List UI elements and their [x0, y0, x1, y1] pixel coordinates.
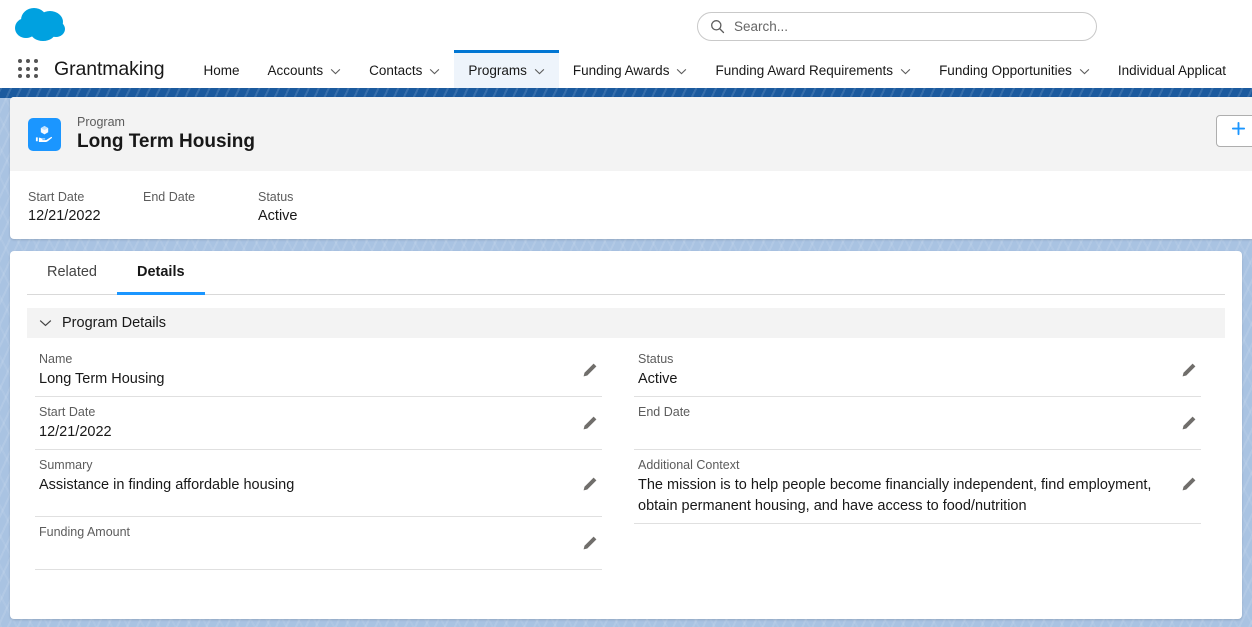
nav-item-label: Programs	[468, 63, 527, 78]
page-title: Long Term Housing	[77, 131, 256, 152]
details-left-column: Name Long Term Housing Start Date 12/21/…	[27, 344, 626, 570]
pencil-icon[interactable]	[582, 415, 598, 431]
pencil-icon[interactable]	[1181, 362, 1197, 378]
status-badge: Active	[258, 208, 298, 224]
field-summary: Summary Assistance in finding affordable…	[35, 450, 602, 517]
section-header-program-details[interactable]: Program Details	[27, 308, 1225, 338]
record-title-block: Program Long Term Housing	[77, 114, 255, 154]
program-box-in-hand-icon	[28, 117, 61, 151]
chevron-down-icon[interactable]	[39, 315, 52, 331]
field-value	[39, 542, 568, 563]
highlight-field-end-date: End Date	[143, 189, 258, 226]
global-header: Search... Grantmaking Home Accounts Cont…	[0, 0, 1252, 88]
field-label: End Date	[638, 405, 691, 419]
record-header-card: Program Long Term Housing Start Date 12/…	[10, 97, 1252, 239]
app-name[interactable]: Grantmaking	[54, 58, 165, 81]
pencil-icon[interactable]	[582, 476, 598, 492]
nav-item-label: Funding Awards	[572, 63, 670, 78]
highlight-field-start-date: Start Date 12/21/2022	[28, 189, 143, 226]
chevron-down-icon[interactable]	[330, 63, 341, 78]
record-tab-bar: Related Details	[27, 251, 1225, 295]
highlight-field-value: 12/21/2022	[28, 208, 101, 224]
tab-details[interactable]: Details	[116, 251, 205, 295]
field-funding-amount: Funding Amount	[35, 517, 602, 570]
details-fields-grid: Name Long Term Housing Start Date 12/21/…	[10, 338, 1242, 570]
highlight-field-label: Status	[258, 190, 294, 204]
chevron-down-icon[interactable]	[429, 63, 440, 78]
nav-item-funding-opportunities[interactable]: Funding Opportunities	[925, 50, 1104, 88]
field-value: Active	[638, 371, 678, 387]
chevron-down-icon[interactable]	[1079, 63, 1090, 78]
plus-icon	[1231, 121, 1246, 141]
nav-item-accounts[interactable]: Accounts	[254, 50, 356, 88]
record-header-top: Program Long Term Housing	[10, 97, 1252, 171]
nav-item-programs[interactable]: Programs	[454, 50, 559, 88]
nav-item-funding-awards[interactable]: Funding Awards	[559, 50, 702, 88]
field-additional-context: Additional Context The mission is to hel…	[634, 450, 1201, 524]
chevron-down-icon[interactable]	[534, 63, 545, 78]
nav-item-label: Funding Opportunities	[939, 63, 1072, 78]
pencil-icon[interactable]	[1181, 415, 1197, 431]
pencil-icon[interactable]	[582, 535, 598, 551]
field-label: Summary	[39, 458, 93, 472]
highlight-field-status: Status Active	[258, 189, 373, 226]
nav-item-contacts[interactable]: Contacts	[355, 50, 454, 88]
new-record-button[interactable]	[1216, 115, 1252, 147]
record-actions	[1216, 115, 1252, 147]
field-value: Assistance in finding affordable housing	[39, 477, 295, 493]
record-object-label: Program	[77, 115, 125, 129]
field-status: Status Active	[634, 344, 1201, 397]
field-end-date: End Date	[634, 397, 1201, 450]
nav-item-home[interactable]: Home	[190, 50, 254, 88]
field-label: Status	[638, 352, 674, 366]
nav-item-label: Individual Applicat	[1117, 63, 1226, 78]
tab-related[interactable]: Related	[27, 251, 117, 295]
salesforce-cloud-logo[interactable]	[10, 4, 74, 46]
nav-item-label: Contacts	[369, 63, 423, 78]
field-value: Long Term Housing	[39, 371, 165, 387]
nav-item-label: Funding Award Requirements	[715, 63, 894, 78]
field-label: Funding Amount	[39, 525, 131, 539]
field-label: Start Date	[39, 405, 96, 419]
section-title: Program Details	[62, 315, 166, 331]
nav-item-label: Accounts	[267, 63, 324, 78]
highlight-field-label: Start Date	[28, 190, 85, 204]
nav-item-label: Home	[203, 63, 240, 78]
chevron-down-icon[interactable]	[676, 63, 687, 78]
search-icon	[710, 19, 725, 34]
app-launcher-waffle-icon[interactable]	[18, 59, 40, 79]
highlight-field-label: End Date	[143, 190, 196, 204]
app-navigation-bar: Grantmaking Home Accounts Contacts Progr…	[0, 50, 1252, 88]
search-input[interactable]: Search...	[697, 12, 1097, 41]
record-details-card: Related Details Program Details Name Lon…	[10, 251, 1242, 619]
field-value: The mission is to help people become fin…	[638, 477, 1152, 514]
nav-item-list: Home Accounts Contacts Programs Funding …	[190, 50, 1240, 88]
record-highlight-fields: Start Date 12/21/2022 End Date Status Ac…	[10, 171, 1252, 226]
nav-item-individual-applications[interactable]: Individual Applicat	[1104, 50, 1240, 88]
nav-item-funding-award-requirements[interactable]: Funding Award Requirements	[701, 50, 925, 88]
chevron-down-icon[interactable]	[900, 63, 911, 78]
field-label: Additional Context	[638, 458, 740, 472]
tab-label: Related	[47, 263, 97, 280]
tab-label: Details	[136, 263, 185, 280]
field-value	[638, 422, 1167, 443]
field-start-date: Start Date 12/21/2022	[35, 397, 602, 450]
pencil-icon[interactable]	[582, 362, 598, 378]
details-right-column: Status Active End Date Additional Contex…	[626, 344, 1225, 570]
global-search[interactable]: Search...	[697, 12, 1097, 41]
search-placeholder: Search...	[734, 18, 789, 34]
field-value: 12/21/2022	[39, 424, 112, 440]
field-name: Name Long Term Housing	[35, 344, 602, 397]
pencil-icon[interactable]	[1181, 476, 1197, 492]
field-label: Name	[39, 352, 73, 366]
